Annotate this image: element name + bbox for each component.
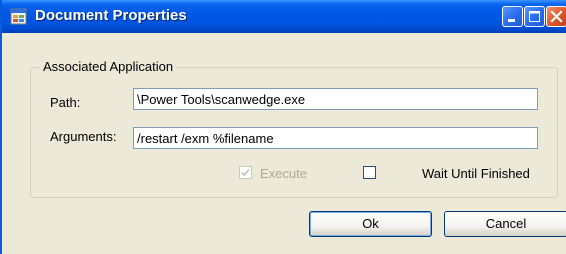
wait-until-finished-checkbox[interactable]	[363, 166, 376, 179]
execute-label: Execute	[260, 166, 307, 181]
arguments-label: Arguments:	[50, 129, 117, 144]
maximize-button[interactable]	[524, 6, 545, 27]
path-label: Path:	[50, 95, 81, 110]
minimize-icon	[508, 19, 515, 22]
application-icon	[10, 8, 27, 25]
path-input[interactable]: \Power Tools\scanwedge.exe	[133, 88, 538, 110]
wait-until-finished-label: Wait Until Finished	[422, 166, 530, 181]
close-button[interactable]	[546, 6, 566, 27]
ok-button[interactable]: Ok	[309, 211, 432, 237]
group-legend: Associated Application	[40, 59, 177, 74]
title-bar[interactable]: Document Properties	[2, 0, 566, 33]
window-title: Document Properties	[35, 7, 187, 24]
document-properties-window: Document Properties Associated Applicati…	[0, 0, 566, 254]
checkmark-icon	[241, 168, 250, 177]
cancel-button[interactable]: Cancel	[444, 211, 566, 237]
execute-checkbox[interactable]	[239, 166, 252, 179]
maximize-icon	[529, 11, 540, 22]
arguments-input[interactable]: /restart /exm %filename	[133, 127, 538, 149]
minimize-button[interactable]	[502, 6, 523, 27]
close-icon	[550, 10, 563, 23]
